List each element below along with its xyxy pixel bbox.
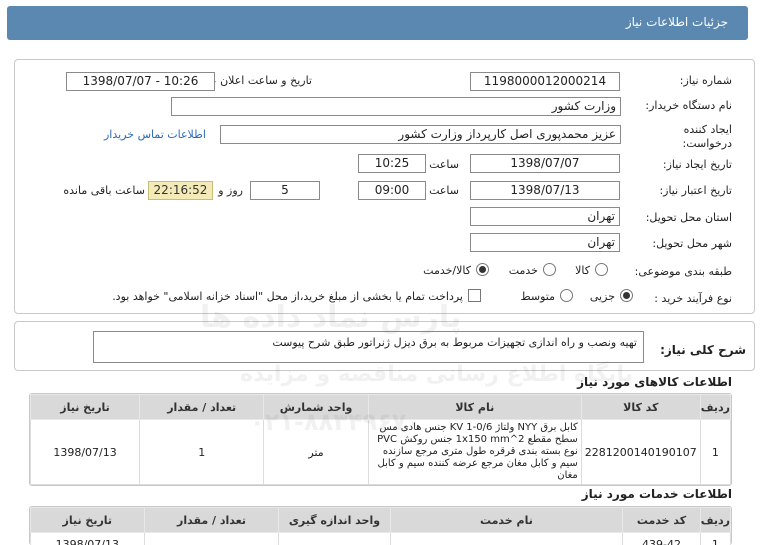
treasury-payment-note: پرداخت تمام یا بخشی از مبلغ خرید،از محل … [112, 290, 463, 303]
goods-cell-unit: متر [263, 419, 369, 485]
goods-header-date: تاریخ نیاز [29, 394, 141, 420]
goods-cell-qty: 1 [139, 419, 265, 485]
goods-section-title: اطلاعات کالاهای مورد نیاز [577, 375, 732, 389]
city-label: شهر محل تحویل: [652, 237, 732, 250]
category-option-goods: کالا [575, 264, 590, 277]
category-radio-service[interactable] [543, 263, 556, 276]
created-date-label: تاریخ ایجاد نیاز: [662, 158, 732, 171]
created-time-label: ساعت [429, 158, 459, 171]
remaining-label: ساعت باقی مانده [63, 184, 145, 197]
treasury-payment-checkbox[interactable] [468, 289, 481, 302]
goods-header-qty: تعداد / مقدار [139, 394, 265, 420]
services-cell-code: 439-42 [622, 532, 701, 545]
goods-cell-name: کابل برق NYY ولتاژ KV 1-0/6 جنس هادی مس … [367, 419, 582, 485]
creator-field[interactable]: عزیز محمدپوری اصل کارپرداز وزارت کشور [220, 125, 621, 144]
goods-cell-date: 1398/07/13 [29, 419, 141, 485]
services-header-row-num: ردیف [699, 507, 731, 533]
table-row[interactable]: 1 439-42 1398/07/13 [30, 532, 731, 545]
need-number-field[interactable]: 1198000012000214 [470, 72, 620, 91]
services-header-code: کد خدمت [622, 507, 701, 533]
category-option-service: خدمت [508, 264, 538, 277]
services-header-date: تاریخ نیاز [30, 507, 145, 533]
buyer-org-field[interactable]: وزارت کشور [171, 97, 621, 116]
city-field[interactable]: تهران [470, 233, 620, 252]
category-radio-goods[interactable] [595, 263, 608, 276]
category-label: طبقه بندی موضوعی: [634, 265, 732, 278]
created-time-field[interactable]: 10:25 [358, 154, 426, 173]
buyer-org-label: نام دستگاه خریدار: [645, 99, 732, 112]
created-date-field[interactable]: 1398/07/07 [470, 154, 620, 173]
services-header-name: نام خدمت [389, 507, 624, 533]
page-header: جزئیات اطلاعات نیاز [7, 6, 748, 40]
description-field[interactable]: تهیه ونصب و راه اندازی تجهیزات مربوط به … [93, 331, 644, 363]
goods-header-code: کد کالا [580, 394, 701, 420]
validity-date-field[interactable]: 1398/07/13 [470, 181, 620, 200]
category-radio-goods-service[interactable] [476, 263, 489, 276]
creator-label-line1: ایجاد کننده [683, 123, 732, 136]
services-section-title: اطلاعات خدمات مورد نیاز [581, 487, 732, 501]
services-table: ردیف کد خدمت نام خدمت واحد اندازه گیری ت… [29, 506, 732, 545]
announce-datetime-field[interactable]: 1398/07/07 - 10:26 [66, 72, 215, 91]
services-cell-row-num: 1 [699, 532, 731, 545]
province-field[interactable]: تهران [470, 207, 620, 226]
goods-cell-code: 2281200140190107 [580, 419, 701, 485]
need-number-label: شماره نیاز: [679, 74, 732, 87]
services-header-unit: واحد اندازه گیری [278, 507, 391, 533]
services-header-qty: تعداد / مقدار [143, 507, 280, 533]
process-option-medium: متوسط [520, 290, 555, 303]
goods-header-row-num: ردیف [699, 394, 732, 420]
table-row[interactable]: 1 2281200140190107 کابل برق NYY ولتاژ KV… [29, 419, 732, 485]
goods-table: ردیف کد کالا نام کالا واحد شمارش تعداد /… [29, 393, 732, 486]
process-radio-medium[interactable] [560, 289, 573, 302]
process-option-minor: جزیی [589, 290, 615, 303]
remaining-time-badge: 22:16:52 [148, 181, 213, 200]
description-label: شرح کلی نیاز: [660, 343, 746, 357]
category-option-goods-service: کالا/خدمت [423, 264, 471, 277]
days-label: روز و [218, 184, 243, 197]
validity-time-label: ساعت [429, 184, 459, 197]
process-radio-minor[interactable] [620, 289, 633, 302]
services-cell-date: 1398/07/13 [30, 532, 145, 545]
buyer-contact-link[interactable]: اطلاعات تماس خریدار [104, 128, 206, 141]
goods-header-unit: واحد شمارش [263, 394, 369, 420]
services-cell-unit [278, 532, 391, 545]
creator-label-line2: درخواست: [682, 137, 732, 150]
province-label: استان محل تحویل: [645, 211, 732, 224]
validity-time-field[interactable]: 09:00 [358, 181, 426, 200]
services-cell-name [389, 532, 624, 545]
remaining-days-field[interactable]: 5 [250, 181, 320, 200]
process-label: نوع فرآیند خرید : [654, 292, 732, 305]
goods-cell-row-num: 1 [699, 419, 732, 485]
validity-date-label: تاریخ اعتبار نیاز: [659, 184, 732, 197]
goods-header-name: نام کالا [367, 394, 582, 420]
services-cell-qty [143, 532, 280, 545]
page-title: جزئیات اطلاعات نیاز [625, 15, 728, 29]
